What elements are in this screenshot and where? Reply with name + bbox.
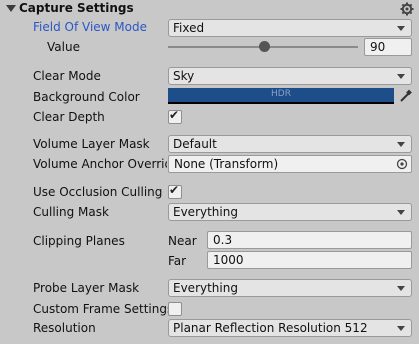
volume-anchor-field[interactable]: None (Transform) bbox=[168, 155, 412, 173]
far-field[interactable]: 1000 bbox=[207, 251, 412, 269]
resolution-label: Resolution bbox=[33, 321, 96, 335]
clear-depth-checkbox[interactable]: ✔ bbox=[168, 108, 182, 124]
probe-layer-mask-value: Everything bbox=[173, 281, 238, 295]
gear-icon[interactable] bbox=[400, 2, 414, 16]
culling-mask-value: Everything bbox=[173, 205, 238, 219]
near-value: 0.3 bbox=[213, 233, 233, 247]
near-label: Near bbox=[168, 234, 197, 248]
chevron-down-icon bbox=[397, 74, 405, 79]
checkmark-icon: ✔ bbox=[169, 183, 180, 197]
resolution-value: Planar Reflection Resolution 512 bbox=[173, 321, 368, 335]
near-field[interactable]: 0.3 bbox=[207, 231, 412, 249]
fov-mode-dropdown[interactable]: Fixed bbox=[168, 19, 412, 37]
eyedropper-icon[interactable] bbox=[399, 89, 413, 103]
volume-layer-mask-dropdown[interactable]: Default bbox=[168, 135, 412, 153]
value-slider-handle[interactable] bbox=[259, 41, 270, 52]
volume-anchor-label: Volume Anchor Override bbox=[33, 157, 167, 171]
clear-mode-value: Sky bbox=[173, 69, 195, 83]
custom-frame-label: Custom Frame Settings bbox=[33, 302, 174, 316]
clear-depth-label: Clear Depth bbox=[33, 110, 105, 124]
value-label: Value bbox=[47, 40, 80, 54]
value-field-text: 90 bbox=[370, 40, 386, 54]
checkmark-icon: ✔ bbox=[169, 108, 180, 122]
section-header[interactable]: Capture Settings bbox=[0, 0, 419, 18]
volume-layer-mask-label: Volume Layer Mask bbox=[33, 137, 150, 151]
clear-mode-label: Clear Mode bbox=[33, 69, 101, 83]
probe-layer-mask-label: Probe Layer Mask bbox=[33, 281, 140, 295]
resolution-dropdown[interactable]: Planar Reflection Resolution 512 bbox=[168, 319, 412, 337]
chevron-down-icon bbox=[397, 26, 405, 31]
background-color-swatch[interactable]: HDR bbox=[168, 88, 394, 104]
fov-mode-value: Fixed bbox=[173, 21, 205, 35]
clipping-planes-label: Clipping Planes bbox=[33, 234, 125, 248]
background-color-label: Background Color bbox=[33, 90, 140, 104]
hdr-label: HDR bbox=[271, 89, 291, 99]
section-title: Capture Settings bbox=[19, 1, 134, 15]
custom-frame-checkbox[interactable] bbox=[168, 302, 182, 316]
object-picker-icon[interactable] bbox=[396, 158, 408, 170]
collapse-arrow-icon[interactable] bbox=[6, 5, 16, 12]
culling-mask-label: Culling Mask bbox=[33, 205, 109, 219]
chevron-down-icon bbox=[397, 286, 405, 291]
far-label: Far bbox=[168, 254, 187, 268]
clear-mode-dropdown[interactable]: Sky bbox=[168, 67, 412, 85]
volume-anchor-value: None (Transform) bbox=[174, 157, 279, 171]
chevron-down-icon bbox=[397, 326, 405, 331]
culling-mask-dropdown[interactable]: Everything bbox=[168, 203, 412, 221]
far-value: 1000 bbox=[213, 253, 244, 267]
occlusion-culling-checkbox[interactable]: ✔ bbox=[168, 183, 182, 199]
volume-layer-mask-value: Default bbox=[173, 137, 217, 151]
chevron-down-icon bbox=[397, 210, 405, 215]
occlusion-culling-label: Use Occlusion Culling bbox=[33, 185, 163, 199]
fov-mode-label: Field Of View Mode bbox=[33, 20, 147, 34]
value-field[interactable]: 90 bbox=[364, 38, 412, 56]
probe-layer-mask-dropdown[interactable]: Everything bbox=[168, 279, 412, 297]
chevron-down-icon bbox=[397, 142, 405, 147]
